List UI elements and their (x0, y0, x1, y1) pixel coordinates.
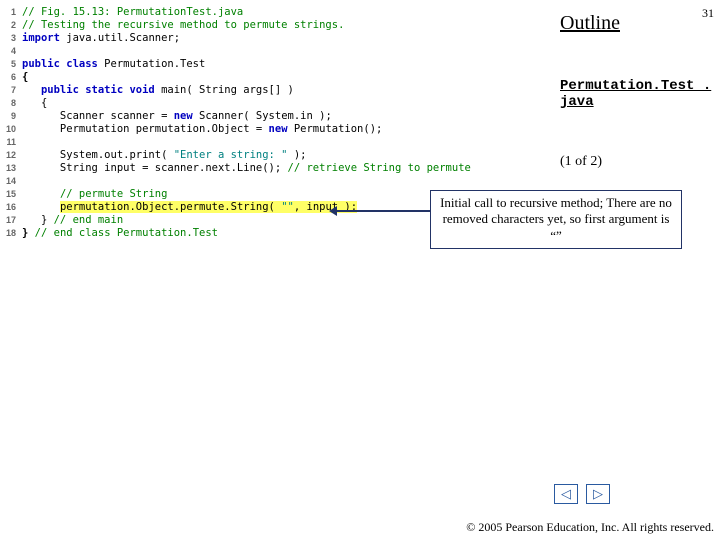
code-line: 12 System.out.print( "Enter a string: " … (0, 149, 540, 162)
code-content: // Testing the recursive method to permu… (22, 19, 540, 32)
code-content: public class Permutation.Test (22, 58, 540, 71)
code-line: 3import java.util.Scanner; (0, 32, 540, 45)
code-line: 13 String input = scanner.next.Line(); /… (0, 162, 540, 175)
code-line: 1// Fig. 15.13: PermutationTest.java (0, 6, 540, 19)
code-content: Permutation permutation.Object = new Per… (22, 123, 540, 136)
code-line: 11 (0, 136, 540, 149)
line-number: 4 (0, 45, 22, 58)
line-number: 7 (0, 84, 22, 97)
line-number: 18 (0, 227, 22, 240)
line-number: 17 (0, 214, 22, 227)
line-number: 16 (0, 201, 22, 214)
code-line: 5public class Permutation.Test (0, 58, 540, 71)
line-number: 15 (0, 188, 22, 201)
code-content (22, 175, 540, 188)
line-number: 6 (0, 71, 22, 84)
code-line: 4 (0, 45, 540, 58)
line-number: 12 (0, 149, 22, 162)
code-content: System.out.print( "Enter a string: " ); (22, 149, 540, 162)
code-line: 2// Testing the recursive method to perm… (0, 19, 540, 32)
nav-buttons: ◁ ▷ (554, 484, 610, 504)
code-content: String input = scanner.next.Line(); // r… (22, 162, 540, 175)
code-content: public static void main( String args[] ) (22, 84, 540, 97)
code-content: { (22, 71, 540, 84)
callout-arrow (335, 210, 431, 212)
slide-number: 31 (702, 6, 714, 21)
line-number: 11 (0, 136, 22, 149)
line-number: 10 (0, 123, 22, 136)
line-number: 13 (0, 162, 22, 175)
code-content (22, 136, 540, 149)
line-number: 2 (0, 19, 22, 32)
code-line: 14 (0, 175, 540, 188)
code-content: Scanner scanner = new Scanner( System.in… (22, 110, 540, 123)
code-line: 7 public static void main( String args[]… (0, 84, 540, 97)
outline-title: Outline (560, 12, 620, 35)
line-number: 5 (0, 58, 22, 71)
page-indicator: (1 of 2) (560, 154, 602, 170)
code-content: import java.util.Scanner; (22, 32, 540, 45)
line-number: 8 (0, 97, 22, 110)
next-button[interactable]: ▷ (586, 484, 610, 504)
code-content: { (22, 97, 540, 110)
code-content: // Fig. 15.13: PermutationTest.java (22, 6, 540, 19)
line-number: 14 (0, 175, 22, 188)
callout-box: Initial call to recursive method; There … (430, 190, 682, 249)
code-line: 10 Permutation permutation.Object = new … (0, 123, 540, 136)
prev-button[interactable]: ◁ (554, 484, 578, 504)
code-line: 6{ (0, 71, 540, 84)
code-line: 9 Scanner scanner = new Scanner( System.… (0, 110, 540, 123)
file-label: Permutation.Test . java (560, 78, 720, 110)
copyright: © 2005 Pearson Education, Inc. All right… (466, 520, 714, 534)
code-content (22, 45, 540, 58)
line-number: 1 (0, 6, 22, 19)
line-number: 3 (0, 32, 22, 45)
code-line: 8 { (0, 97, 540, 110)
line-number: 9 (0, 110, 22, 123)
